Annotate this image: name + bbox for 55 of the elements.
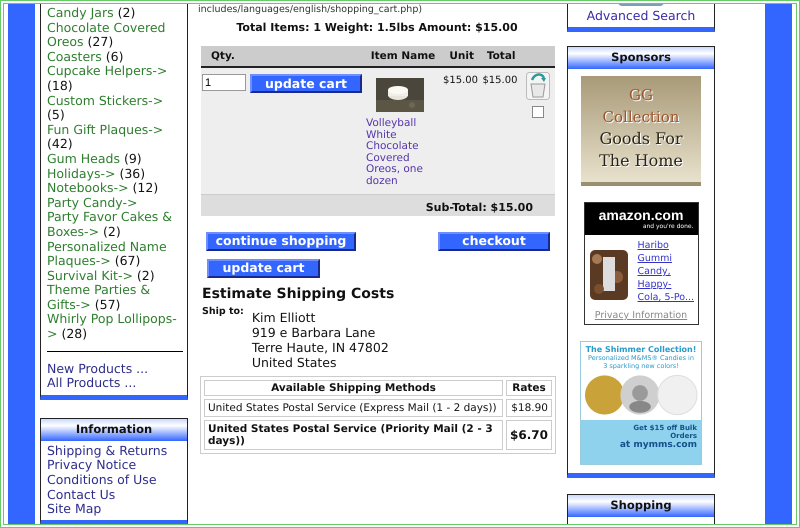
total-price: $15.00 — [482, 75, 518, 86]
info-link[interactable]: Shipping & Returns — [41, 444, 187, 458]
checkout-button[interactable]: checkout — [438, 232, 550, 251]
subtotal-text: Sub-Total: $15.00 — [426, 200, 533, 214]
category-link[interactable]: Chocolate Covered Oreos (27) — [41, 20, 187, 50]
category-link[interactable]: Custom Stickers-> (5) — [41, 94, 187, 123]
category-link[interactable]: Party Candy-> — [41, 196, 187, 210]
category-link[interactable]: Candy Jars (2) — [41, 6, 187, 21]
product-link[interactable]: Volleyball White Chocolate Covered Oreos, one dozen — [366, 118, 434, 188]
address-line: United States — [252, 354, 338, 370]
category-link[interactable]: Theme Parties & Gifts-> (57) — [41, 283, 187, 312]
table-cell: $18.90 — [506, 398, 552, 417]
box-heading: Sponsors — [568, 47, 714, 69]
category-link[interactable]: Cupcake Helpers-> (18) — [41, 64, 187, 94]
category-link[interactable]: Party Favor Cakes & Boxes-> (2) — [41, 210, 187, 240]
column-header: Qty. — [201, 46, 364, 67]
info-link[interactable]: Privacy Notice — [41, 458, 187, 474]
category-link[interactable]: Holidays-> (36) — [41, 166, 187, 182]
cart-totals: Total Items: 1 Weight: 1.5lbs Amount: $15.00 — [235, 21, 519, 34]
shipping-method[interactable]: United States Postal Service (Priority Mail (2 - 3 days)) — [204, 420, 504, 450]
ship-to-label: Ship to: — [202, 306, 244, 319]
column-header: Available Shipping Methods — [204, 380, 504, 396]
info-link[interactable]: Contact Us — [41, 488, 187, 502]
category-link[interactable]: Personalized Name Plaques-> (67) — [41, 240, 187, 269]
unit-price: $15.00 — [443, 75, 478, 86]
column-header: Rates — [506, 380, 552, 396]
path-text: includes/languages/english/shopping_cart.php) — [198, 4, 424, 15]
section-heading: Estimate Shipping Costs — [202, 286, 396, 302]
box-heading: Information — [41, 418, 187, 441]
table-cell: $6.70 — [506, 420, 552, 450]
address-line: 919 e Barbara Lane — [252, 324, 376, 340]
column-header: Total — [481, 46, 521, 67]
shipping-method[interactable]: United States Postal Service (Express Mail (1 - 2 days)) — [204, 398, 504, 417]
continue-shopping-button[interactable]: continue shopping — [206, 232, 356, 251]
remove-checkbox[interactable] — [532, 106, 544, 118]
info-link[interactable]: Conditions of Use — [41, 473, 187, 488]
column-header: Item Name — [364, 46, 442, 67]
address-line: Kim Elliott — [252, 310, 316, 325]
category-link[interactable]: Notebooks-> (12) — [41, 181, 187, 196]
trash-icon[interactable] — [526, 72, 550, 100]
quantity-field[interactable]: 1 — [202, 74, 246, 91]
info-link[interactable]: Site Map — [41, 502, 187, 517]
category-link[interactable]: Survival Kit-> (2) — [41, 268, 187, 284]
update-cart-button[interactable]: update cart — [207, 258, 320, 278]
product-link[interactable]: New Products ... — [41, 362, 187, 376]
sponsor-banner[interactable]: GG Collection Goods For The Home — [581, 76, 701, 186]
address-line: Terre Haute, IN 47802 — [252, 340, 389, 355]
category-link[interactable]: Whirly Pop Lollipops-> (28) — [41, 312, 187, 342]
category-link[interactable]: Coasters (6) — [41, 50, 187, 64]
category-link[interactable]: Fun Gift Plaques-> (42) — [41, 122, 187, 152]
column-header: Unit — [442, 46, 482, 67]
update-cart-button[interactable]: update cart — [250, 74, 362, 93]
box-heading: Shopping — [568, 495, 714, 517]
category-link[interactable]: Gum Heads (9) — [41, 152, 187, 167]
product-link[interactable]: All Products ... — [41, 376, 187, 391]
